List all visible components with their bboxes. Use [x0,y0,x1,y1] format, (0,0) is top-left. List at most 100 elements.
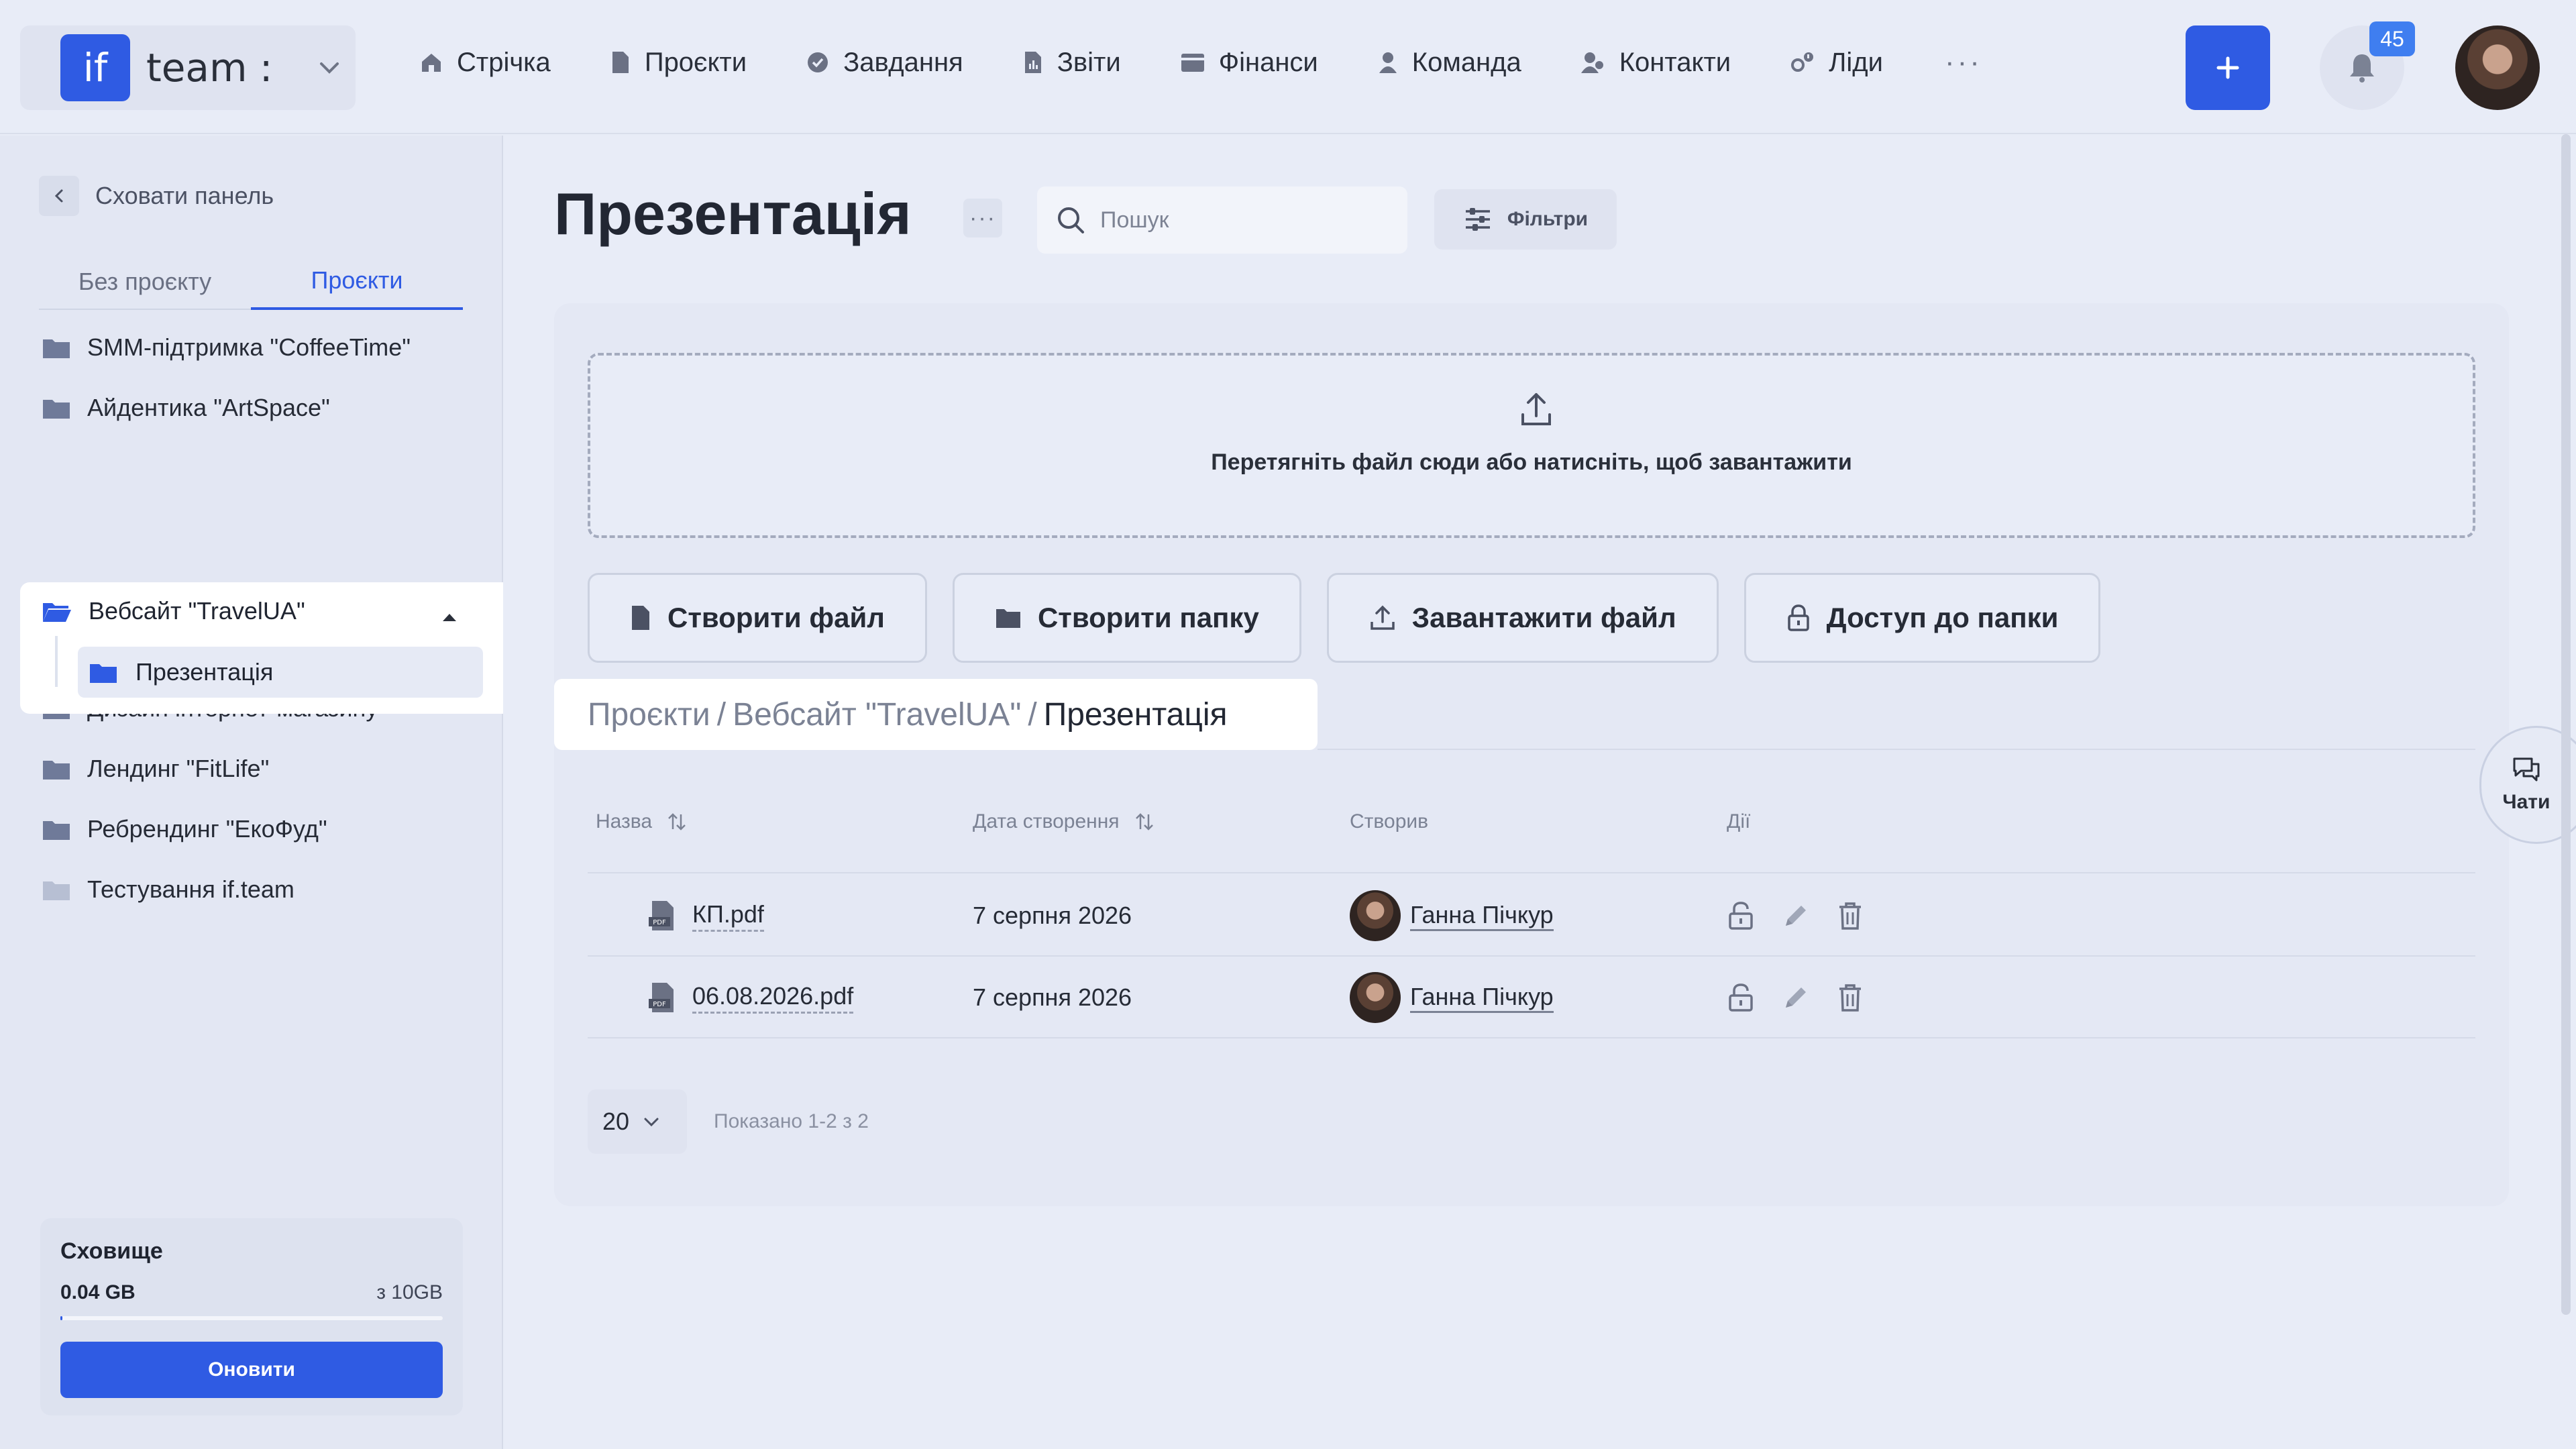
filters-button[interactable]: Фільтри [1434,189,1617,250]
search-input[interactable] [1100,207,1389,233]
nav-item-feed[interactable]: Стрічка [419,48,551,78]
edit-pencil-icon[interactable] [1782,983,1810,1012]
created-date: 7 серпня 2026 [973,983,1132,1011]
folder-access-button[interactable]: Доступ до папки [1743,573,2101,663]
folder-item[interactable]: Лендинг "FitLife" [42,749,269,789]
column-header-date[interactable]: Дата створення [973,810,1155,833]
create-file-button[interactable]: Створити файл [588,573,927,663]
storage-total: з 10GB [376,1281,443,1303]
folder-item-active[interactable]: Вебсайт "TravelUA" [42,597,305,625]
sidebar-tabs: Без проєкту Проєкти [39,254,463,310]
nav-label: Проєкти [644,47,747,77]
table-row: PDF КП.pdf 7 серпня 2026 Ганна Пічкур [588,875,2475,957]
create-file-label: Створити файл [667,602,885,633]
action-buttons: Створити файл Створити папку Завантажити… [588,573,2126,663]
file-name-link[interactable]: 06.08.2026.pdf [692,982,854,1014]
nav-item-contacts[interactable]: Контакти [1580,48,1731,78]
upgrade-button[interactable]: Оновити [60,1342,443,1398]
nav-item-tasks[interactable]: Завдання [806,48,963,78]
breadcrumb-separator: / [716,696,727,733]
wallet-icon [1180,51,1205,74]
nav-more-button[interactable]: ··· [1945,46,1982,79]
subfolder-item-active[interactable]: Презентація [78,647,483,698]
workspace-switcher[interactable]: if team : [20,25,356,110]
files-card: Перетягніть файл сюди або натисніть, щоб… [554,303,2509,1206]
lock-icon[interactable] [1727,982,1755,1013]
caret-up-icon[interactable] [441,612,458,623]
edit-pencil-icon[interactable] [1782,902,1810,930]
brand-logo: if [60,34,130,101]
nav-item-team[interactable]: Команда [1377,48,1521,78]
folder-icon [42,335,71,360]
chevron-left-icon [39,176,79,216]
nav-item-reports[interactable]: Звіти [1022,48,1121,78]
file-cell: PDF КП.pdf [648,875,764,957]
folder-label: Вебсайт "TravelUA" [89,597,305,625]
folder-item[interactable]: Айдентика "ArtSpace" [42,388,330,428]
folder-access-label: Доступ до папки [1826,602,2059,633]
svg-text:PDF: PDF [653,919,666,926]
svg-text:PDF: PDF [653,1001,666,1008]
folder-item[interactable]: SMM-підтримка "CoffeeTime" [42,327,411,368]
folder-label: Тестування if.team [87,875,294,903]
nav-label: Фінанси [1218,47,1318,77]
document-icon [630,604,651,631]
hide-panel-button[interactable]: Сховати панель [39,176,274,216]
breadcrumb-root[interactable]: Проєкти [588,696,710,733]
pagination-info: Показано 1-2 з 2 [714,1110,869,1132]
notifications-badge: 45 [2369,21,2415,56]
tab-projects[interactable]: Проєкти [251,254,463,310]
column-header-name[interactable]: Назва [596,810,687,833]
search-box [1037,186,1407,254]
file-cell: PDF 06.08.2026.pdf [648,957,854,1038]
trash-icon[interactable] [1837,982,1864,1013]
page-size-select[interactable]: 20 [588,1089,687,1154]
folder-item[interactable]: Тестування if.team [42,869,294,910]
breadcrumb: Проєкти / Вебсайт "TravelUA" / Презентац… [554,679,1318,750]
trash-icon[interactable] [1837,900,1864,931]
upload-dropzone[interactable]: Перетягніть файл сюди або натисніть, щоб… [588,353,2475,538]
column-header-actions: Дії [1727,810,1750,833]
table-row: PDF 06.08.2026.pdf 7 серпня 2026 Ганна П… [588,957,2475,1038]
user-avatar[interactable] [2455,25,2540,110]
storage-progress-fill [60,1316,62,1320]
main-nav: Стрічка Проєкти Завдання Звіти Фінанси К… [419,46,1982,79]
user-icon [1377,50,1399,74]
nav-item-finance[interactable]: Фінанси [1180,48,1318,78]
upload-file-button[interactable]: Завантажити файл [1326,573,1719,663]
add-button[interactable] [2186,25,2270,110]
nav-item-leads[interactable]: Ліди [1790,48,1883,78]
author-name-link[interactable]: Ганна Пічкур [1410,983,1554,1013]
nav-item-projects[interactable]: Проєкти [610,48,747,78]
dropzone-text: Перетягніть файл сюди або натисніть, щоб… [1211,449,1852,475]
column-label: Дата створення [973,810,1120,833]
tree-line [55,636,58,687]
folder-icon [42,817,71,841]
author-name-link[interactable]: Ганна Пічкур [1410,901,1554,931]
folder-label: Лендинг "FitLife" [87,755,270,782]
pdf-file-icon: PDF [648,900,678,932]
folder-item[interactable]: Ребрендинг "ЕкоФуд" [42,809,327,849]
folder-label: Ребрендинг "ЕкоФуд" [87,815,327,843]
create-folder-button[interactable]: Створити папку [952,573,1301,663]
hide-panel-label: Сховати панель [95,182,274,209]
lock-icon[interactable] [1727,900,1755,931]
check-circle-icon [806,50,830,74]
page-scrollbar[interactable] [2561,134,2571,1315]
upload-icon [1519,390,1554,428]
breadcrumb-parent[interactable]: Вебсайт "TravelUA" [733,696,1021,733]
tab-no-project[interactable]: Без проєкту [39,254,251,310]
create-folder-label: Створити папку [1037,602,1259,633]
table-header: Назва Дата створення Створив Дії [588,773,2475,873]
bell-icon [2347,52,2377,84]
title-more-button[interactable]: ··· [963,199,1002,237]
folder-label: Айдентика "ArtSpace" [87,394,330,421]
home-icon [419,50,443,74]
top-bar: if team : Стрічка Проєкти Завдання Звіти… [0,0,2576,134]
nav-label: Контакти [1619,47,1731,77]
contacts-icon [1580,50,1606,74]
file-name-link[interactable]: КП.pdf [692,900,764,932]
storage-used: 0.04 GB [60,1281,136,1303]
chats-label: Чати [2502,791,2551,813]
sliders-icon [1463,206,1493,233]
